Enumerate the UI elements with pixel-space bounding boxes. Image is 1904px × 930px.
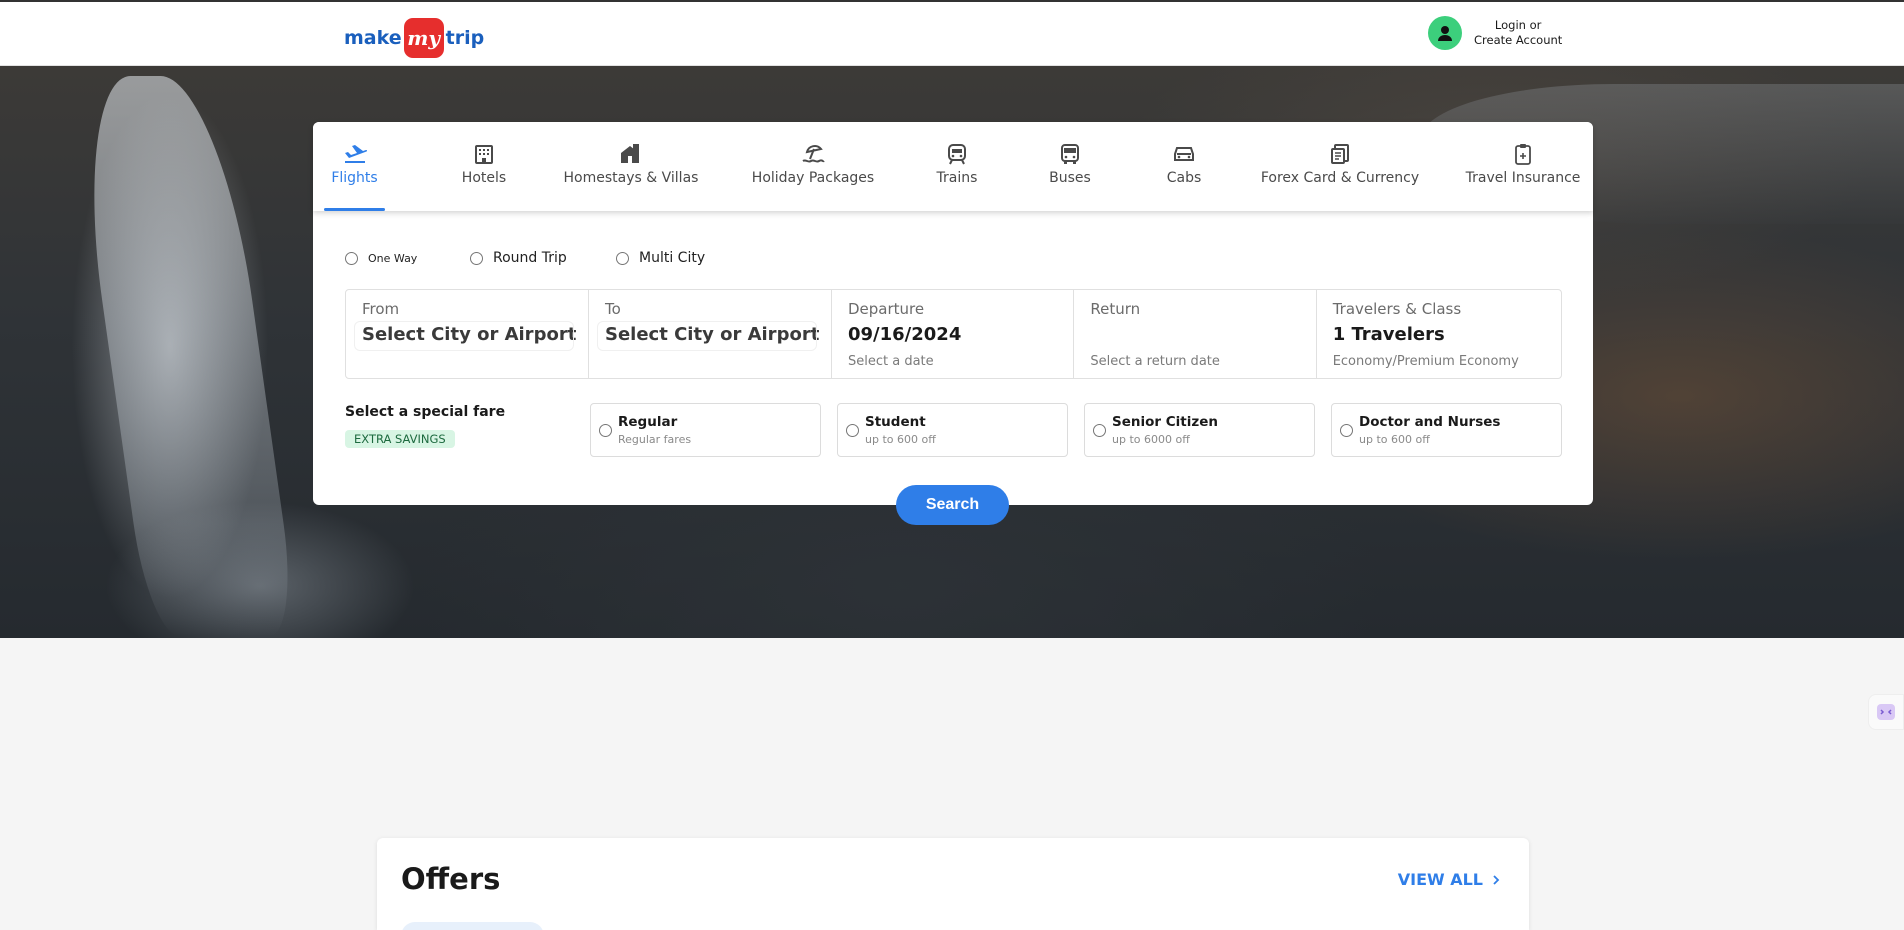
login-line-1: Login or [1494, 18, 1542, 32]
tab-label: Holiday Packages [751, 170, 875, 186]
offer-category-tab[interactable] [401, 922, 544, 930]
tab-label: Hotels [461, 170, 507, 186]
view-all-link[interactable]: VIEW ALL [1398, 870, 1503, 889]
fare-sub: Regular fares [618, 433, 692, 446]
forex-icon [1329, 142, 1351, 166]
logo-make: make [344, 27, 402, 49]
tab-flights[interactable]: Flights [324, 122, 385, 211]
fare-option-regular[interactable]: Regular Regular fares [590, 403, 821, 457]
return-date-value[interactable] [1090, 324, 1299, 350]
departure-date-value[interactable]: 09/16/2024 [848, 324, 1057, 350]
departure-field[interactable]: Departure 09/16/2024 Select a date [832, 290, 1075, 378]
cab-icon [1172, 142, 1196, 166]
special-fare-title: Select a special fare [345, 404, 506, 420]
search-button[interactable]: Search [896, 485, 1009, 525]
offers-title: Offers [401, 862, 501, 896]
fare-option-student[interactable]: Student up to 600 off [837, 403, 1068, 457]
search-fields: From Select City or Airport To Select Ci… [345, 289, 1562, 379]
return-field[interactable]: Return Select a return date [1074, 290, 1317, 378]
return-label: Return [1090, 300, 1141, 318]
beach-umbrella-icon [801, 142, 825, 166]
tab-forex[interactable]: Forex Card & Currency [1260, 122, 1420, 211]
from-label: From [362, 300, 400, 318]
fare-option-senior-citizen[interactable]: Senior Citizen up to 6000 off [1084, 403, 1315, 457]
radio-senior-citizen[interactable] [1093, 423, 1106, 437]
travelers-class-field[interactable]: Travelers & Class 1 Travelers Economy/Pr… [1317, 290, 1561, 378]
logo-trip: trip [445, 27, 485, 49]
tab-trains[interactable]: Trains [924, 122, 990, 211]
login-line-2: Create Account [1474, 33, 1563, 47]
return-hint: Select a return date [1090, 354, 1220, 369]
departure-label: Departure [848, 300, 925, 318]
from-input-outline [354, 321, 574, 351]
fare-sub: up to 600 off [1359, 433, 1430, 446]
radio-student[interactable] [846, 423, 859, 437]
offers-section: Offers VIEW ALL [377, 838, 1529, 930]
login-button[interactable]: Login or Create Account [1428, 16, 1562, 50]
insurance-icon [1513, 142, 1533, 166]
trip-type-label: Multi City [639, 250, 706, 266]
tab-label: Flights [331, 170, 378, 186]
tab-holiday-packages[interactable]: Holiday Packages [745, 122, 881, 211]
chevron-right-icon [1493, 874, 1500, 885]
extra-savings-badge: EXTRA SAVINGS [345, 430, 455, 448]
tab-buses[interactable]: Buses [1037, 122, 1103, 211]
tab-homestays[interactable]: Homestays & Villas [553, 122, 709, 211]
special-fare-section: Select a special fare EXTRA SAVINGS [345, 404, 505, 448]
tab-hotels[interactable]: Hotels [444, 122, 524, 211]
user-avatar-icon [1428, 16, 1462, 50]
tab-cabs[interactable]: Cabs [1151, 122, 1217, 211]
departure-hint: Select a date [848, 354, 934, 369]
hotel-icon [474, 142, 494, 166]
tab-label: Forex Card & Currency [1260, 170, 1420, 186]
plane-icon [343, 142, 367, 166]
logo-my: my [403, 18, 444, 58]
trip-type-multi-city[interactable]: Multi City [616, 250, 705, 266]
radio-round-trip[interactable] [470, 251, 483, 265]
to-field[interactable]: To Select City or Airport [589, 290, 832, 378]
trip-type-group: One Way Round Trip Multi City [345, 250, 705, 266]
tab-label: Travel Insurance [1465, 170, 1581, 186]
radio-regular[interactable] [599, 423, 612, 437]
travel-class-value: Economy/Premium Economy [1332, 354, 1519, 369]
from-field[interactable]: From Select City or Airport [346, 290, 589, 378]
trip-type-round-trip[interactable]: Round Trip [470, 250, 616, 266]
radio-doctor-nurses[interactable] [1340, 423, 1353, 437]
tab-travel-insurance[interactable]: Travel Insurance [1465, 122, 1581, 211]
trip-type-one-way[interactable]: One Way [345, 251, 470, 265]
to-label: To [605, 300, 621, 318]
top-bar: make my trip Login or Create Account [0, 0, 1904, 66]
tab-label: Homestays & Villas [563, 170, 699, 186]
radio-one-way[interactable] [345, 251, 358, 265]
login-text: Login or Create Account [1474, 18, 1562, 48]
to-input-outline [597, 321, 817, 351]
tab-label: Buses [1049, 170, 1091, 186]
fare-name: Senior Citizen [1112, 414, 1218, 430]
booking-widget: Flights Hotels Homestays & Villas Holida… [313, 122, 1593, 505]
trip-type-label: One Way [368, 251, 418, 265]
fare-name: Doctor and Nurses [1359, 414, 1501, 430]
bus-icon [1059, 142, 1081, 166]
makemytrip-logo[interactable]: make my trip [344, 18, 484, 58]
product-tabs: Flights Hotels Homestays & Villas Holida… [313, 122, 1593, 211]
fare-sub: up to 600 off [865, 433, 936, 446]
waterfall-decoration [70, 76, 300, 636]
fare-sub: up to 6000 off [1112, 433, 1190, 446]
travelers-value[interactable]: 1 Travelers [1333, 324, 1545, 350]
travelers-label: Travelers & Class [1332, 300, 1462, 318]
fare-name: Student [865, 414, 926, 430]
fare-name: Regular [618, 414, 678, 430]
trip-type-label: Round Trip [493, 250, 567, 266]
fare-option-doctor-nurses[interactable]: Doctor and Nurses up to 600 off [1331, 403, 1562, 457]
chat-widget-button[interactable] [1868, 694, 1904, 730]
train-icon [946, 142, 968, 166]
tab-label: Cabs [1166, 170, 1202, 186]
radio-multi-city[interactable] [616, 251, 629, 265]
chat-bot-icon [1877, 704, 1895, 720]
tab-label: Trains [936, 170, 978, 186]
homestay-icon [619, 142, 643, 166]
view-all-label: VIEW ALL [1397, 870, 1483, 889]
